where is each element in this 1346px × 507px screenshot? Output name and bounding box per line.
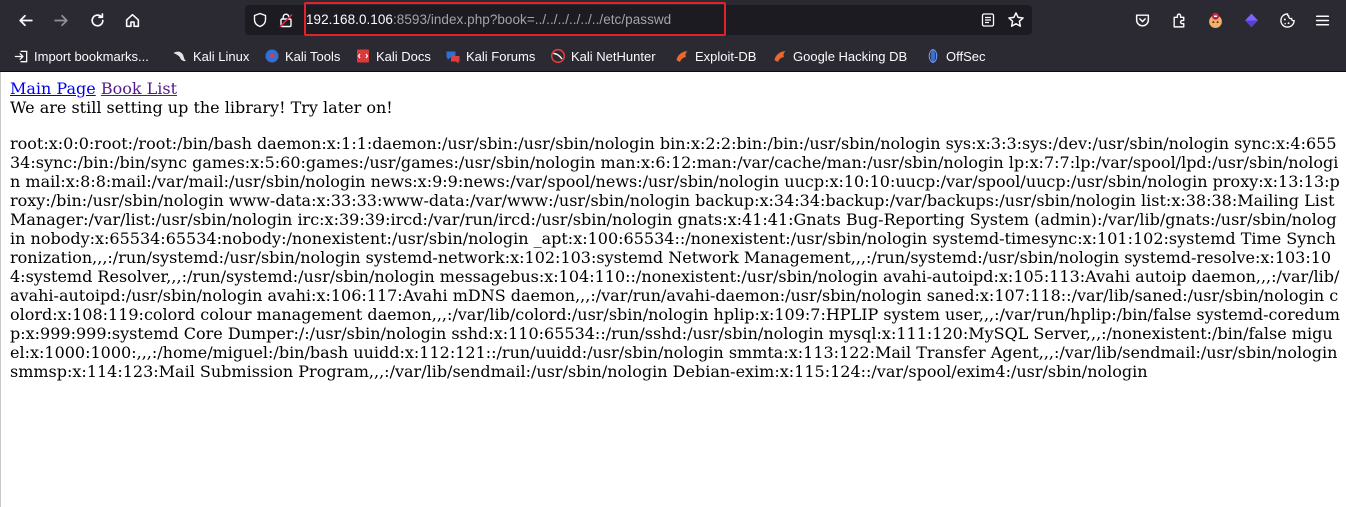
bookmark-label: Kali Forums: [466, 48, 536, 64]
bookmark-label: Kali NetHunter: [571, 48, 656, 64]
forward-arrow-icon: [53, 14, 68, 26]
bookmark-label: OffSec: [946, 48, 986, 64]
kali-dragon-icon: [172, 48, 188, 64]
page-body: Main Page Book List We are still setting…: [10, 79, 1340, 381]
bookmark-label: Import bookmarks...: [34, 48, 149, 64]
gem-extension-icon: [1244, 13, 1258, 27]
exploit-db-icon: [674, 48, 690, 64]
browser-toolbar: 192.168.0.106:8593/index.php?book=../../…: [0, 0, 1346, 40]
passwd-file-contents: root:x:0:0:root:/root:/bin/bash daemon:x…: [10, 134, 1340, 381]
bookmark-label: Kali Linux: [193, 48, 250, 64]
kali-tools-icon: [264, 48, 280, 64]
kali-docs-icon: [355, 48, 371, 64]
insecure-lock-icon[interactable]: [278, 12, 294, 32]
profile-extension-icon: [1208, 12, 1222, 28]
profile-extension-button[interactable]: [1201, 6, 1229, 34]
extensions-icon: [1172, 13, 1184, 28]
bookmark-import[interactable]: Import bookmarks...: [13, 47, 149, 65]
home-button[interactable]: [118, 6, 146, 34]
bookmark-offsec[interactable]: OffSec: [925, 47, 986, 65]
pocket-button[interactable]: [1128, 6, 1156, 34]
back-arrow-icon: [18, 14, 33, 26]
bookmark-kali-forums[interactable]: Kali Forums: [445, 47, 535, 65]
bookmark-google-hacking-db[interactable]: Google Hacking DB: [772, 47, 907, 65]
bookmarks-toolbar: Import bookmarks... Kali Linux Kali Tool…: [0, 40, 1346, 72]
bookmark-kali-linux[interactable]: Kali Linux: [172, 47, 249, 65]
bookmark-kali-tools[interactable]: Kali Tools: [264, 47, 340, 65]
reload-button[interactable]: [83, 6, 111, 34]
bookmark-label: Exploit-DB: [695, 48, 757, 64]
bookmark-kali-nethunter[interactable]: Kali NetHunter: [550, 47, 656, 65]
bookmark-label: Kali Tools: [285, 48, 341, 64]
hamburger-menu-icon: [1315, 14, 1329, 26]
url-text[interactable]: 192.168.0.106:8593/index.php?book=../../…: [306, 12, 671, 27]
reload-icon: [90, 12, 104, 27]
import-icon: [13, 48, 29, 64]
bookmark-exploit-db[interactable]: Exploit-DB: [674, 47, 756, 65]
home-icon: [125, 13, 139, 27]
cookie-extension-button[interactable]: [1273, 6, 1301, 34]
bookmark-kali-docs[interactable]: Kali Docs: [355, 47, 431, 65]
shield-icon[interactable]: [252, 12, 268, 32]
offsec-icon: [925, 48, 941, 64]
extensions-button[interactable]: [1165, 6, 1193, 34]
star-icon[interactable]: [1007, 11, 1025, 33]
status-notice: We are still setting up the library! Try…: [10, 98, 393, 117]
nav-links: Main Page Book List: [10, 79, 1340, 98]
pocket-icon: [1135, 13, 1149, 27]
wappalyzer-button[interactable]: [1237, 6, 1265, 34]
page-viewport: Main Page Book List We are still setting…: [0, 72, 1346, 507]
kali-forums-icon: [445, 48, 461, 64]
url-host: 192.168.0.106: [306, 12, 393, 27]
reader-view-icon[interactable]: [980, 12, 996, 32]
address-bar[interactable]: 192.168.0.106:8593/index.php?book=../../…: [245, 2, 1032, 36]
ghdb-icon: [772, 48, 788, 64]
url-path: :8593/index.php?book=../../../../../../e…: [392, 12, 672, 27]
back-button[interactable]: [11, 6, 39, 34]
forward-button[interactable]: [47, 6, 75, 34]
bookmark-label: Google Hacking DB: [793, 48, 908, 64]
bookmark-label: Kali Docs: [376, 48, 431, 64]
book-list-link[interactable]: Book List: [101, 79, 177, 98]
kali-nethunter-icon: [550, 48, 566, 64]
cookie-icon: [1279, 12, 1295, 28]
main-page-link[interactable]: Main Page: [10, 79, 96, 98]
app-menu-button[interactable]: [1308, 6, 1336, 34]
